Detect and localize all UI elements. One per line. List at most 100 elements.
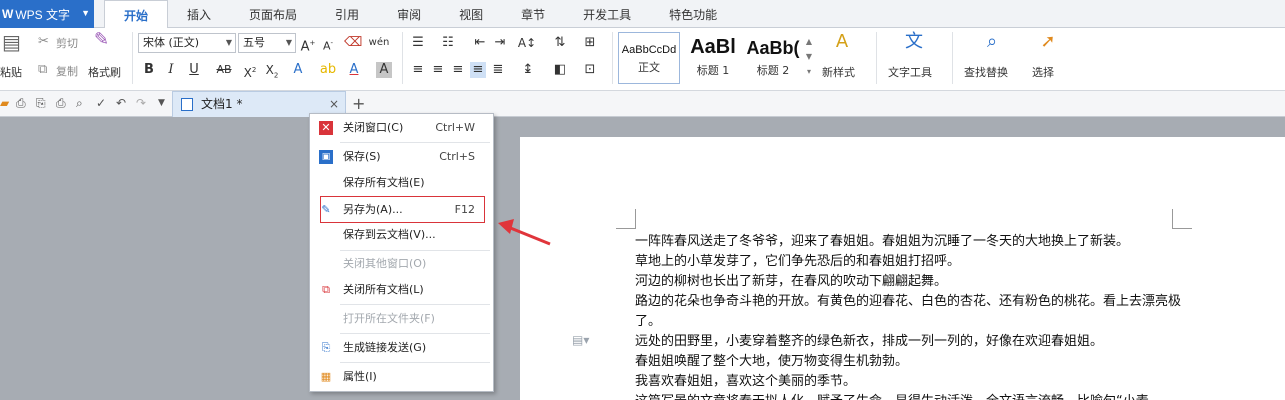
menu-item-close-window[interactable]: ✕ 关闭窗口(C) Ctrl+W	[310, 116, 493, 140]
font-size-select[interactable]: 五号 ▼	[238, 33, 296, 53]
paste-icon[interactable]: ▤	[2, 32, 21, 52]
ribbon-tabs: 开始 插入 页面布局 引用 审阅 视图 章节 开发工具 特色功能	[104, 0, 736, 29]
strikethrough-icon[interactable]: AB	[212, 62, 236, 78]
text-tools-button[interactable]: 文字工具	[888, 64, 932, 80]
divider	[876, 32, 877, 84]
highlight-icon[interactable]: ab	[318, 62, 338, 78]
style-normal[interactable]: AaBbCcDd 正文	[618, 32, 680, 84]
superscript-icon[interactable]: X2	[242, 62, 258, 81]
menu-item-shortcut: Ctrl+S	[439, 150, 475, 163]
menu-item-label: 关闭其他窗口(O)	[343, 257, 427, 270]
cut-button[interactable]: 剪切	[56, 35, 78, 51]
char-shading-icon[interactable]: A	[376, 62, 392, 78]
menu-item-label: 打开所在文件夹(F)	[343, 312, 435, 325]
wps-writer-window: W WPS 文字 ▼ 开始 插入 页面布局 引用 审阅 视图 章节 开发工具 特…	[0, 0, 1285, 400]
paragraph-layout-icon[interactable]: ▤▾	[572, 333, 589, 347]
tab-developer[interactable]: 开发工具	[564, 0, 650, 28]
underline-icon[interactable]: U	[184, 62, 204, 78]
style-label: 标题 1	[696, 64, 730, 77]
shading-icon[interactable]: ◧	[552, 62, 568, 78]
menu-item-open-folder: 打开所在文件夹(F)	[310, 307, 493, 331]
divider	[952, 32, 953, 84]
style-heading-1[interactable]: AaBl 标题 1	[684, 32, 742, 84]
document-tab-title: 文档1 *	[201, 97, 243, 111]
bold-icon[interactable]: B	[142, 62, 156, 78]
export-pdf-icon[interactable]: ⎘	[36, 96, 46, 110]
tab-home[interactable]: 开始	[104, 0, 169, 29]
scissors-icon: ✂	[38, 34, 49, 49]
document-icon	[181, 98, 193, 111]
menu-item-save[interactable]: ▣ 保存(S) Ctrl+S	[310, 145, 493, 169]
tab-review[interactable]: 审阅	[378, 0, 440, 28]
format-painter-icon: ✎	[94, 29, 110, 50]
distribute-icon[interactable]: ≣	[490, 62, 506, 78]
save-icon[interactable]: ⎙	[16, 96, 26, 110]
subscript-icon[interactable]: X2	[264, 62, 280, 83]
spell-check-icon[interactable]: ✓	[96, 96, 106, 110]
menu-item-label: 关闭所有文档(L)	[343, 283, 424, 296]
tab-page-layout[interactable]: 页面布局	[230, 0, 316, 28]
font-color-icon[interactable]: A	[346, 62, 362, 78]
ribbon-home: ▤ 粘贴 ✂ 剪切 ⧉ 复制 ✎ 格式刷 宋体 (正文) ▼ 五号 ▼ A+ A…	[0, 28, 1285, 91]
menu-item-save-all[interactable]: 保存所有文档(E)	[310, 171, 493, 195]
app-menu-button[interactable]: W WPS 文字 ▼	[0, 0, 94, 28]
tab-special-features[interactable]: 特色功能	[650, 0, 736, 28]
border-style-icon[interactable]: ⊡	[582, 62, 598, 78]
find-replace-icon: ⌕	[986, 31, 998, 52]
align-center-icon[interactable]: ≡	[430, 62, 446, 78]
paragraph: 我喜欢春姐姐，喜欢这个美丽的季节。	[635, 374, 857, 389]
paragraph: 河边的柳树也长出了新芽，在春风的吹动下翩翩起舞。	[635, 274, 948, 289]
chevron-down-icon: ▼	[81, 8, 90, 18]
borders-icon[interactable]: ⊞	[582, 35, 598, 51]
text-effect-icon[interactable]: A	[290, 62, 306, 78]
justify-icon[interactable]: ≡	[470, 62, 486, 78]
sort-icon[interactable]: ⇅	[552, 35, 568, 51]
style-label: 标题 2	[756, 64, 790, 77]
new-tab-icon[interactable]: +	[352, 94, 365, 113]
close-window-icon: ✕	[319, 121, 333, 135]
undo-icon[interactable]: ↶	[116, 96, 126, 110]
italic-icon[interactable]: I	[164, 62, 178, 78]
annotation-arrow-icon	[498, 219, 551, 246]
numbered-list-icon[interactable]: ☷	[438, 35, 458, 51]
tab-section[interactable]: 章节	[502, 0, 564, 28]
clear-format-icon[interactable]: ⌫	[344, 35, 362, 51]
text-direction-icon[interactable]: A↕	[516, 35, 538, 51]
menu-item-share-link[interactable]: ⎘ 生成链接发送(G)	[310, 336, 493, 360]
menu-item-properties[interactable]: ▦ 属性(I)	[310, 365, 493, 389]
new-doc-icon[interactable]: ▰	[0, 96, 9, 110]
paragraph: 远处的田野里，小麦穿着整齐的绿色新衣，排成一列一列的，好像在欢迎春姐姐。	[635, 334, 1104, 349]
copy-button[interactable]: 复制	[56, 63, 78, 79]
new-style-button[interactable]: 新样式	[822, 64, 855, 80]
print-preview-icon[interactable]: ⌕	[76, 96, 83, 110]
style-scroll-icon[interactable]: ▲ ▼ ▾	[804, 34, 814, 79]
menu-tab-bar: W WPS 文字 ▼ 开始 插入 页面布局 引用 审阅 视图 章节 开发工具 特…	[0, 0, 1285, 29]
tab-insert[interactable]: 插入	[168, 0, 230, 28]
close-all-icon: ⧉	[322, 283, 330, 296]
decrease-indent-icon[interactable]: ⇤	[472, 35, 488, 51]
shrink-font-icon[interactable]: A-	[320, 35, 336, 55]
font-name-select[interactable]: 宋体 (正文) ▼	[138, 33, 236, 53]
document-page[interactable]: 一阵阵春风送走了冬爷爷，迎来了春姐姐。春姐姐为沉睡了一冬天的大地换上了新装。 草…	[520, 137, 1285, 400]
pinyin-icon[interactable]: wén	[368, 35, 390, 51]
chevron-down-icon[interactable]: ▼	[158, 96, 165, 110]
tab-references[interactable]: 引用	[316, 0, 378, 28]
tab-view[interactable]: 视图	[440, 0, 502, 28]
line-spacing-icon[interactable]: ↨	[518, 62, 538, 78]
paste-button[interactable]: 粘贴	[0, 64, 26, 80]
find-replace-button[interactable]: 查找替换	[964, 64, 1008, 80]
bullet-list-icon[interactable]: ☰	[408, 35, 428, 51]
menu-item-save-to-cloud[interactable]: 保存到云文档(V)...	[310, 223, 493, 247]
align-right-icon[interactable]: ≡	[450, 62, 466, 78]
select-button[interactable]: 选择	[1032, 64, 1054, 80]
print-icon[interactable]: ⎙	[56, 96, 66, 110]
menu-item-close-all[interactable]: ⧉ 关闭所有文档(L)	[310, 278, 493, 302]
grow-font-icon[interactable]: A+	[300, 35, 316, 55]
style-heading-2[interactable]: AaBb( 标题 2	[744, 32, 802, 84]
document-body[interactable]: 一阵阵春风送走了冬爷爷，迎来了春姐姐。春姐姐为沉睡了一冬天的大地换上了新装。 草…	[635, 232, 1195, 400]
align-left-icon[interactable]: ≡	[410, 62, 426, 78]
format-painter-button[interactable]: 格式刷	[88, 64, 121, 80]
redo-icon[interactable]: ↷	[136, 96, 146, 110]
style-preview: AaBb(	[746, 38, 800, 58]
increase-indent-icon[interactable]: ⇥	[492, 35, 508, 51]
